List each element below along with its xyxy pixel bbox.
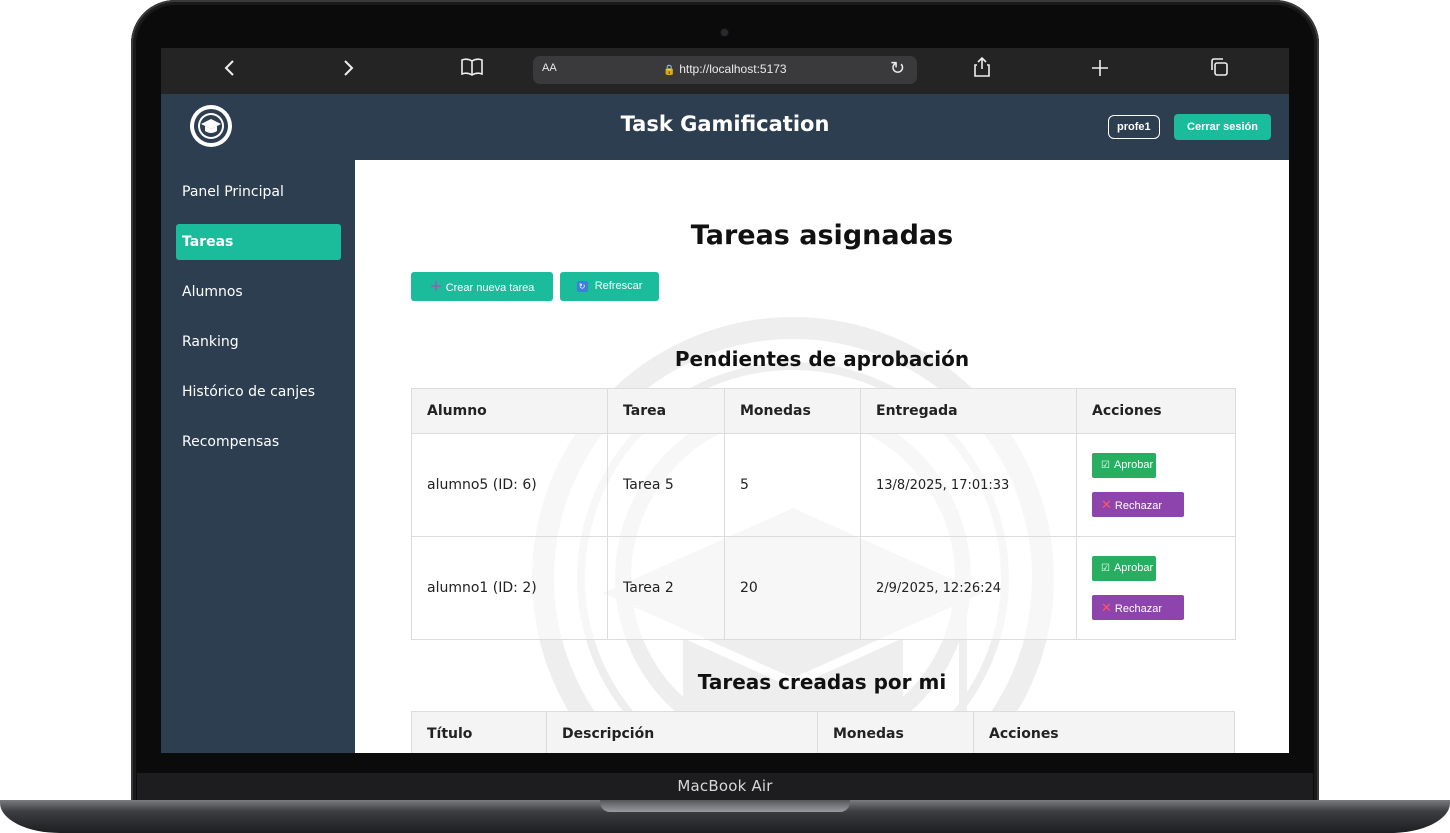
column-header: Monedas bbox=[817, 711, 974, 753]
cell-entregada: 13/8/2025, 17:01:33 bbox=[860, 433, 1077, 537]
sidebar-item-panel-principal[interactable]: Panel Principal bbox=[176, 174, 341, 210]
main-content: Tareas asignadas ＋ Crear nueva tarea ↻ R… bbox=[355, 160, 1289, 753]
pending-table: Alumno Tarea Monedas Entregada Acciones … bbox=[411, 388, 1236, 640]
sidebar-item-historico-canjes[interactable]: Histórico de canjes bbox=[176, 374, 341, 410]
table-header-row: Título Descripción Monedas Acciones bbox=[411, 711, 1235, 753]
column-header: Monedas bbox=[724, 388, 861, 434]
cell-entregada: 2/9/2025, 12:26:24 bbox=[860, 536, 1077, 640]
reload-icon[interactable]: ↻ bbox=[890, 58, 905, 79]
refresh-icon: ↻ bbox=[576, 280, 588, 292]
device-label: MacBook Air bbox=[677, 777, 773, 795]
table-header-row: Alumno Tarea Monedas Entregada Acciones bbox=[411, 388, 1236, 434]
plus-icon: ＋ bbox=[429, 279, 443, 294]
lock-icon: 🔒 bbox=[663, 65, 676, 76]
app-header: Task Gamification profe1 Cerrar sesión bbox=[161, 94, 1289, 160]
column-header: Título bbox=[411, 711, 547, 753]
table-row: alumno5 (ID: 6) Tarea 5 5 13/8/2025, 17:… bbox=[411, 433, 1236, 537]
approve-button[interactable]: ☑ Aprobar bbox=[1092, 453, 1156, 478]
cell-alumno: alumno1 (ID: 2) bbox=[411, 536, 608, 640]
x-icon: ✕ bbox=[1101, 600, 1112, 615]
screen: AA 🔒 http://localhost:5173 ↻ Task Gamifi… bbox=[161, 48, 1289, 753]
column-header: Alumno bbox=[411, 388, 608, 434]
reject-button[interactable]: ✕ Rechazar bbox=[1092, 595, 1184, 620]
sidebar-item-alumnos[interactable]: Alumnos bbox=[176, 274, 341, 310]
camera-icon bbox=[721, 29, 728, 36]
approve-button[interactable]: ☑ Aprobar bbox=[1092, 556, 1156, 581]
cell-alumno: alumno5 (ID: 6) bbox=[411, 433, 608, 537]
table-row: alumno1 (ID: 2) Tarea 2 20 2/9/2025, 12:… bbox=[411, 536, 1236, 640]
logout-button[interactable]: Cerrar sesión bbox=[1174, 114, 1271, 140]
cell-monedas: 5 bbox=[724, 433, 861, 537]
reject-button[interactable]: ✕ Rechazar bbox=[1092, 492, 1184, 517]
laptop-notch bbox=[600, 800, 850, 812]
column-header: Entregada bbox=[860, 388, 1077, 434]
column-header: Acciones bbox=[1076, 388, 1236, 434]
cell-tarea: Tarea 2 bbox=[607, 536, 725, 640]
page-title: Tareas asignadas bbox=[690, 220, 954, 251]
share-icon[interactable] bbox=[967, 56, 997, 86]
forward-icon[interactable] bbox=[333, 56, 363, 86]
created-section-title: Tareas creadas por mi bbox=[697, 670, 947, 694]
bookmarks-icon[interactable] bbox=[457, 56, 487, 86]
url-text: http://localhost:5173 bbox=[679, 62, 787, 76]
x-icon: ✕ bbox=[1101, 497, 1112, 512]
address-bar[interactable]: AA 🔒 http://localhost:5173 ↻ bbox=[533, 56, 917, 84]
create-task-button[interactable]: ＋ Crear nueva tarea bbox=[411, 272, 553, 301]
user-badge: profe1 bbox=[1108, 115, 1160, 139]
pending-section-title: Pendientes de aprobación bbox=[674, 347, 970, 371]
cell-tarea: Tarea 5 bbox=[607, 433, 725, 537]
sidebar-item-recompensas[interactable]: Recompensas bbox=[176, 424, 341, 460]
new-tab-icon[interactable] bbox=[1085, 56, 1115, 86]
column-header: Acciones bbox=[973, 711, 1235, 753]
column-header: Tarea bbox=[607, 388, 725, 434]
created-table: Título Descripción Monedas Acciones bbox=[411, 711, 1235, 753]
check-icon: ☑ bbox=[1101, 563, 1110, 574]
cell-monedas: 20 bbox=[724, 536, 861, 640]
back-icon[interactable] bbox=[215, 56, 245, 86]
tabs-icon[interactable] bbox=[1204, 56, 1234, 86]
refresh-button[interactable]: ↻ Refrescar bbox=[560, 272, 659, 301]
browser-toolbar: AA 🔒 http://localhost:5173 ↻ bbox=[161, 48, 1289, 94]
sidebar-item-ranking[interactable]: Ranking bbox=[176, 324, 341, 360]
sidebar-item-tareas[interactable]: Tareas bbox=[176, 224, 341, 260]
cell-acciones: ☑ Aprobar ✕ Rechazar bbox=[1076, 536, 1236, 640]
sidebar: Panel Principal Tareas Alumnos Ranking H… bbox=[161, 160, 355, 753]
cell-acciones: ☑ Aprobar ✕ Rechazar bbox=[1076, 433, 1236, 537]
column-header: Descripción bbox=[546, 711, 818, 753]
check-icon: ☑ bbox=[1101, 460, 1110, 471]
